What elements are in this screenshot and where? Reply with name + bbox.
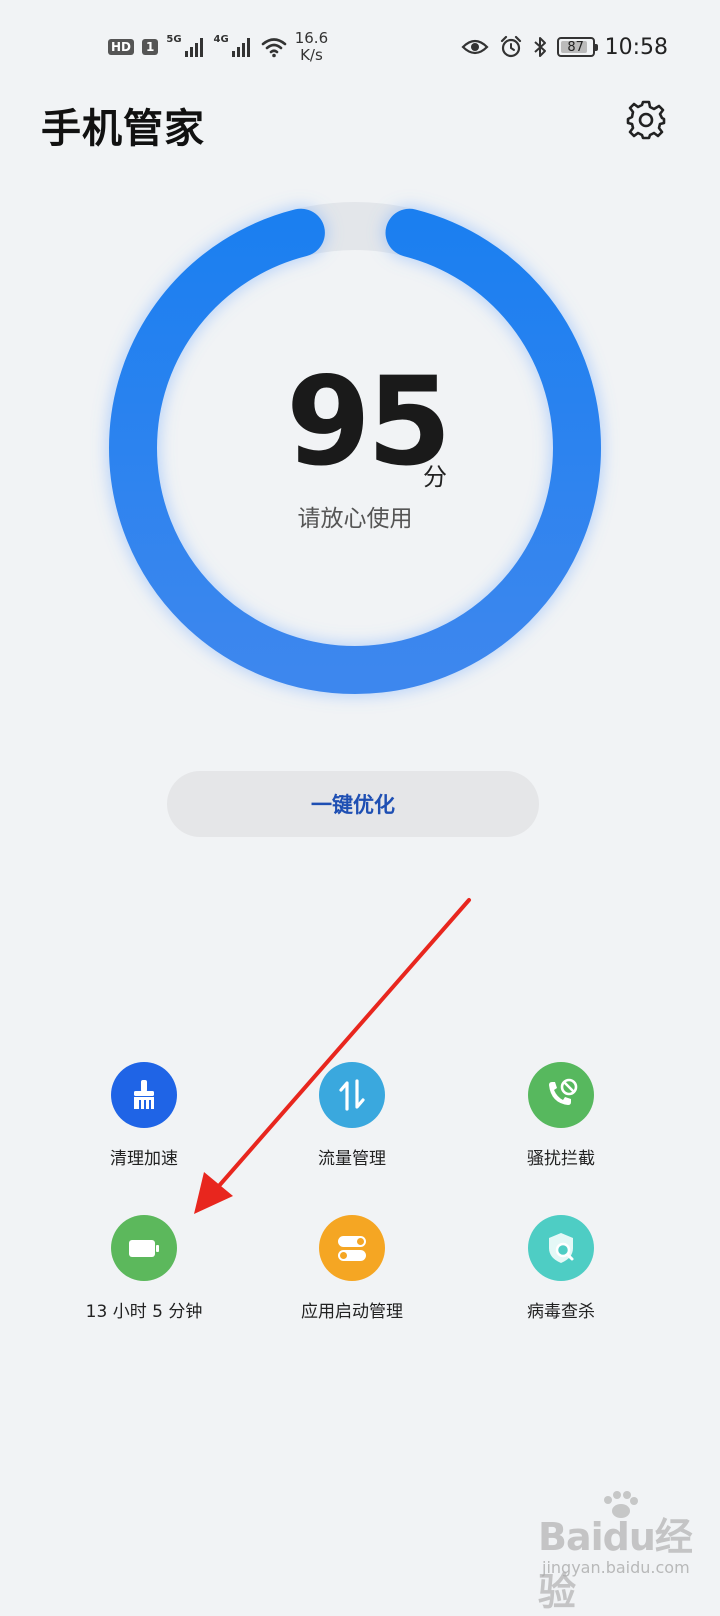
hd-voice-badge: HD — [108, 39, 135, 55]
signal-icon — [231, 38, 250, 57]
network-type-4g: 4G — [213, 33, 229, 45]
health-score-ring: 95 分 请放心使用 — [90, 186, 620, 716]
shield-scan-icon — [528, 1215, 594, 1281]
tool-app-launch-management[interactable]: 应用启动管理 — [252, 1215, 452, 1335]
speed-value: 16.6 — [294, 29, 329, 47]
clock: 10:58 — [604, 34, 668, 60]
call-block-icon — [528, 1062, 594, 1128]
score-status: 请放心使用 — [297, 506, 413, 532]
gear-icon — [626, 100, 666, 140]
tile-label: 病毒查杀 — [527, 1302, 595, 1322]
baidu-jingyan-watermark: Baidu经验 jingyan.baidu.com — [538, 1490, 708, 1614]
network-type-5g: 5G — [166, 33, 182, 45]
tool-cleanup-speedup[interactable]: 清理加速 — [44, 1062, 244, 1182]
tile-label: 13 小时 5 分钟 — [85, 1302, 203, 1322]
one-click-optimize-button[interactable]: 一键优化 — [167, 771, 539, 837]
sim-badge: 1 — [142, 39, 159, 55]
bluetooth-icon — [533, 37, 546, 57]
score-center: 95 分 请放心使用 — [90, 186, 620, 716]
tile-label: 应用启动管理 — [301, 1302, 403, 1322]
battery-icon — [111, 1215, 177, 1281]
status-bar-left: HD 1 5G 4G 16.6 K/s — [108, 30, 328, 64]
tool-virus-scan[interactable]: 病毒查杀 — [461, 1215, 661, 1335]
broom-icon — [111, 1062, 177, 1128]
watermark-url: jingyan.baidu.com — [542, 1558, 690, 1577]
tool-harassment-block[interactable]: 骚扰拦截 — [461, 1062, 661, 1182]
toggle-switches-icon — [319, 1215, 385, 1281]
eye-comfort-icon — [461, 39, 489, 55]
status-bar-right: 87 10:58 — [461, 30, 668, 64]
battery-level: 87 — [567, 39, 584, 55]
status-bar: HD 1 5G 4G 16.6 K/s 87 10:58 — [0, 0, 720, 92]
settings-button[interactable] — [624, 98, 668, 142]
tile-label: 流量管理 — [318, 1149, 386, 1169]
tool-battery[interactable]: 13 小时 5 分钟 — [44, 1215, 244, 1335]
tile-label: 清理加速 — [110, 1149, 178, 1169]
alarm-icon — [500, 35, 521, 58]
data-transfer-icon — [319, 1062, 385, 1128]
signal-icon — [184, 38, 203, 57]
network-speed: 16.6 K/s — [295, 30, 328, 64]
wifi-icon — [261, 38, 287, 58]
speed-unit: K/s — [300, 46, 323, 64]
battery-icon: 87 — [556, 37, 598, 57]
score-unit: 分 — [423, 463, 447, 491]
tile-label: 骚扰拦截 — [527, 1149, 595, 1169]
page-title: 手机管家 — [41, 106, 205, 152]
tool-data-management[interactable]: 流量管理 — [252, 1062, 452, 1182]
